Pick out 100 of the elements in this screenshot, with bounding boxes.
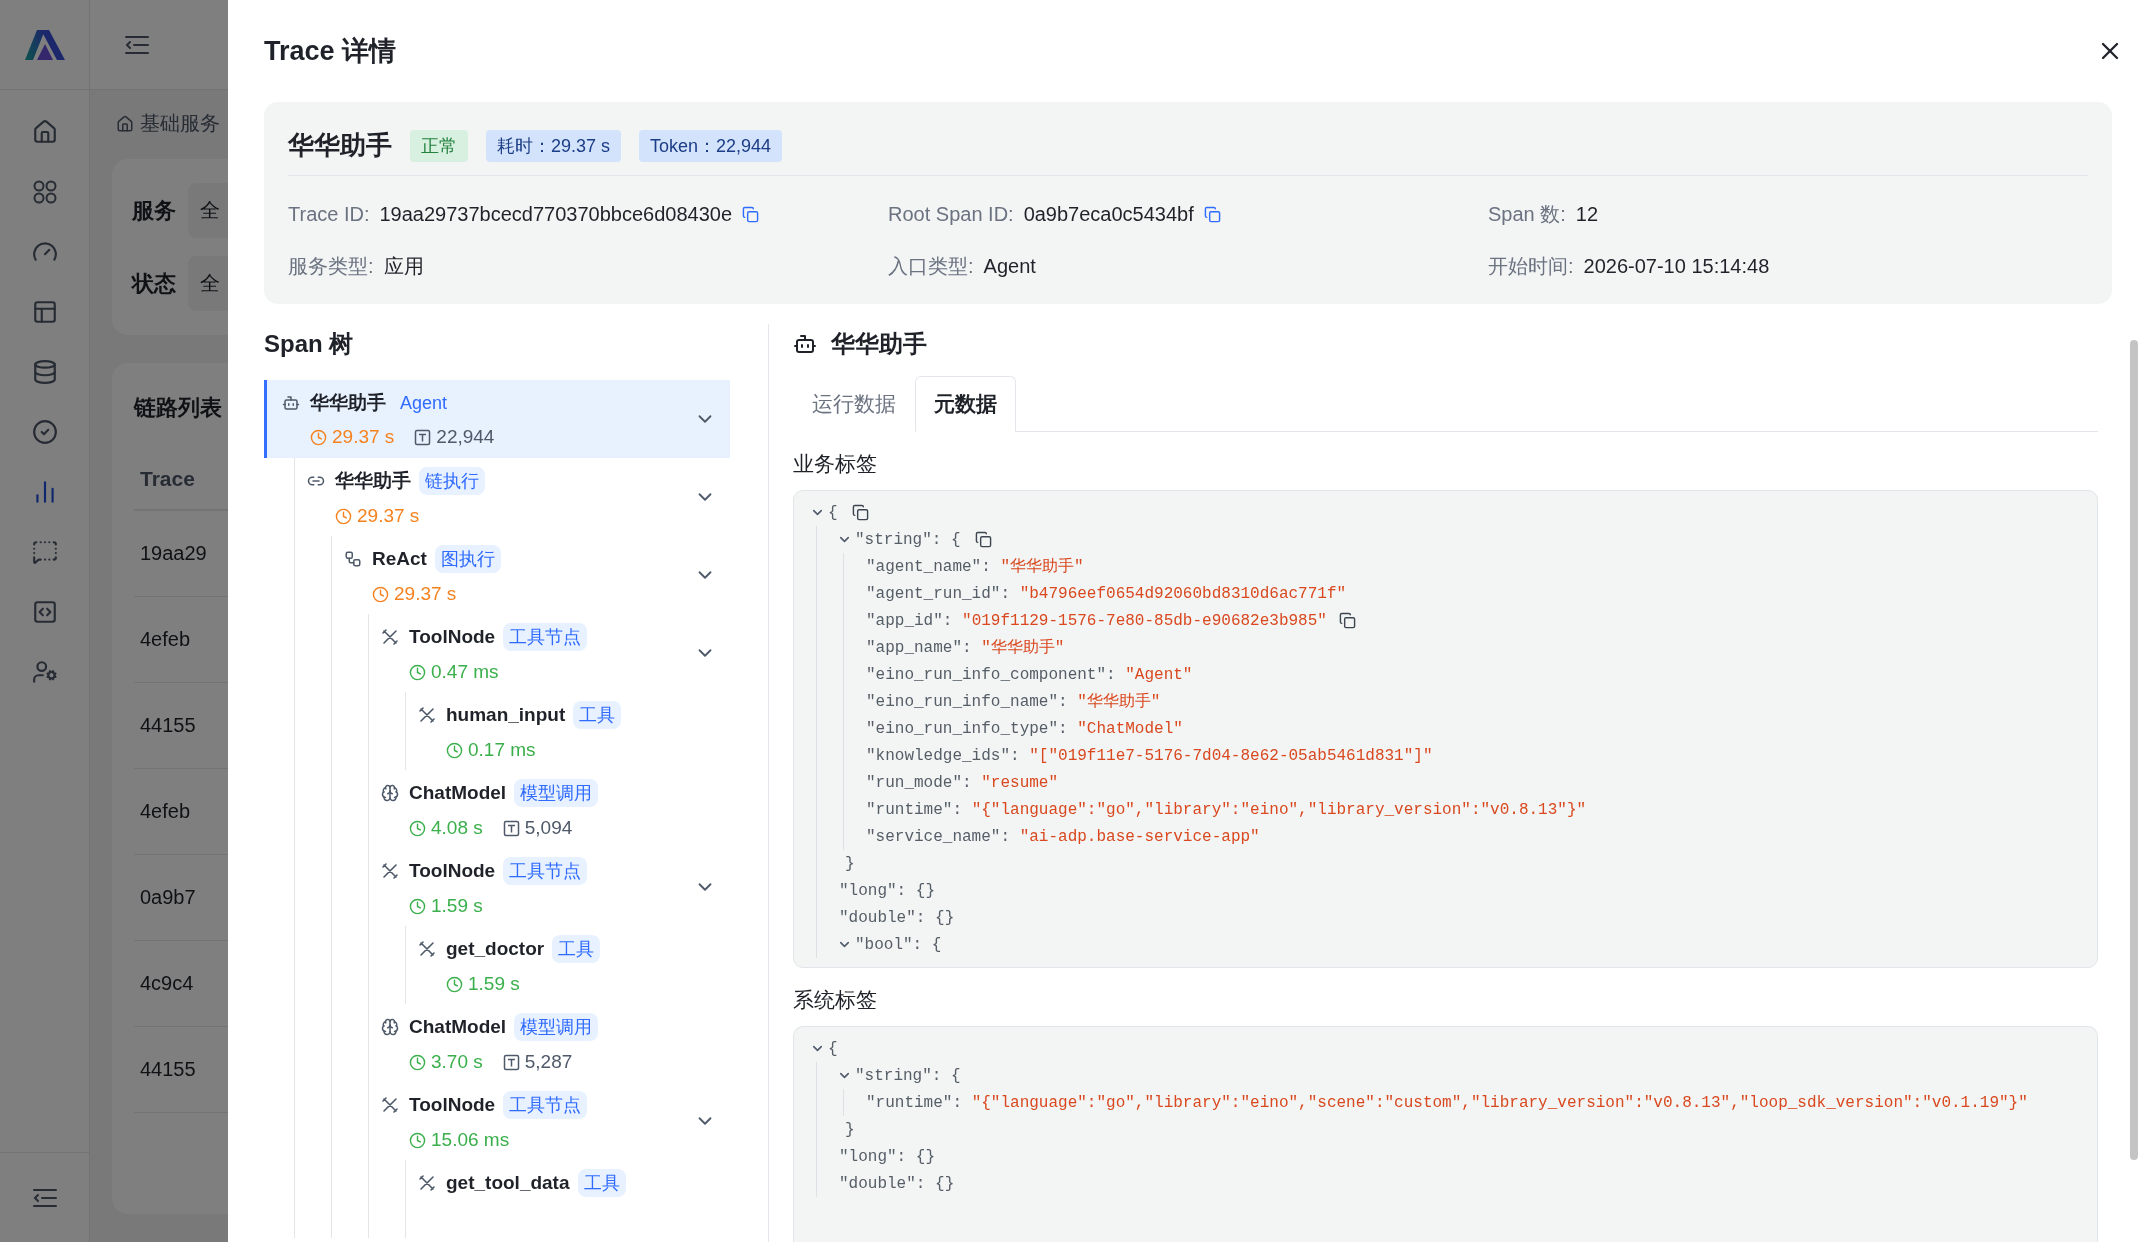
list-title: 链路列表 xyxy=(134,394,222,422)
clock-icon xyxy=(409,897,426,915)
copy-icon[interactable] xyxy=(742,205,760,223)
code-line: "service_name": "ai-adp.base-service-app" xyxy=(866,827,1260,846)
duration: 1.59 s xyxy=(446,973,520,995)
field-value: 12 xyxy=(1575,202,1599,226)
duration: 3.70 s xyxy=(409,1051,483,1073)
status-tag: 正常 xyxy=(410,129,468,162)
robot-icon xyxy=(793,332,817,356)
copy-icon[interactable] xyxy=(1203,205,1221,223)
span-row[interactable]: ReAct 图执行 29.37 s xyxy=(338,536,730,614)
span-type-tag: 工具 xyxy=(552,935,601,963)
span-row[interactable]: ToolNode 工具节点 1.59 s xyxy=(375,848,730,926)
field-label: 服务类型: xyxy=(288,253,374,279)
span-type-tag: 工具 xyxy=(577,1169,626,1197)
code-line: "knowledge_ids": "["019f11e7-5176-7d04-8e62-05ab5461d831"]" xyxy=(866,746,1433,765)
duration: 4.08 s xyxy=(409,817,483,839)
duration: 15.06 ms xyxy=(409,1129,510,1151)
span-name: get_tool_data xyxy=(446,1172,570,1194)
user-settings-icon[interactable] xyxy=(30,658,59,686)
span-name: ToolNode xyxy=(409,860,496,882)
clock-icon xyxy=(310,428,327,446)
token-count: 5,094 xyxy=(502,817,573,839)
code-line: "app_id": "019f1129-1576-7e80-85db-e90682e3b985" xyxy=(866,611,1327,630)
table-cell: 4c9c4 xyxy=(140,972,194,995)
field-label: 入口类型: xyxy=(888,253,974,279)
table-cell: 19aa29 xyxy=(140,542,207,565)
tab[interactable]: 元数据 xyxy=(915,376,1016,432)
span-row[interactable]: get_doctor 工具 1.59 s xyxy=(412,926,730,1004)
tools-icon xyxy=(418,706,436,724)
section-label: 系统标签 xyxy=(793,987,878,1013)
code-line: "app_name": "华华助手" xyxy=(866,637,1065,658)
check-circle-icon[interactable] xyxy=(30,418,59,446)
span-name: 华华助手 xyxy=(310,391,386,415)
duration: 29.37 s xyxy=(372,583,457,605)
span-row[interactable]: get_tool_data 工具 xyxy=(412,1160,730,1238)
span-name: ChatModel xyxy=(409,1016,507,1038)
token-count: 22,944 xyxy=(414,426,495,448)
home-icon xyxy=(116,114,134,133)
clock-icon xyxy=(372,585,389,603)
duration: 1.59 s xyxy=(409,895,483,917)
filter-label: 状态 xyxy=(132,269,176,298)
span-name: ToolNode xyxy=(409,1094,496,1116)
clock-icon xyxy=(446,975,463,993)
span-name: ChatModel xyxy=(409,782,507,804)
table-cell: 0a9b7 xyxy=(140,886,196,909)
table-cell: 44155 xyxy=(140,714,196,737)
span-row[interactable]: ChatModel 模型调用 3.70 s 5,287 xyxy=(375,1004,730,1082)
status-tag: Token：22,944 xyxy=(639,129,783,162)
duration: 29.37 s xyxy=(310,426,395,448)
token-icon xyxy=(414,428,432,446)
clock-icon xyxy=(409,663,426,681)
code-line: "agent_name": "华华助手" xyxy=(866,556,1084,577)
span-row[interactable]: ToolNode 工具节点 15.06 ms xyxy=(375,1082,730,1160)
clock-icon xyxy=(409,1053,426,1071)
field-value: Agent xyxy=(983,254,1036,278)
duration: 0.47 ms xyxy=(409,661,499,683)
clock-icon xyxy=(409,1131,426,1149)
table-cell: 4efeb xyxy=(140,628,191,651)
span-row[interactable]: 华华助手 Agent 29.37 s 22,944 xyxy=(264,380,730,458)
section-title: Span 树 xyxy=(264,329,355,359)
code-line: "string": { xyxy=(855,1066,961,1085)
code-line: "eino_run_info_name": "华华助手" xyxy=(866,691,1161,712)
clock-icon xyxy=(335,507,352,525)
duration: 0.17 ms xyxy=(446,739,536,761)
field-value: 应用 xyxy=(383,253,424,279)
code-line: } xyxy=(844,1120,855,1139)
drawer-title: Trace 详情 xyxy=(264,35,397,68)
code-line: "string": { xyxy=(855,530,961,549)
span-row[interactable]: human_input 工具 0.17 ms xyxy=(412,692,730,770)
span-name: ToolNode xyxy=(409,626,496,648)
field-label: Root Span ID: xyxy=(888,202,1014,226)
field-label: 开始时间: xyxy=(1488,253,1574,279)
tools-icon xyxy=(381,862,399,880)
token-icon xyxy=(502,819,520,837)
span-row[interactable]: ChatModel 模型调用 4.08 s 5,094 xyxy=(375,770,730,848)
span-row[interactable]: ToolNode 工具节点 0.47 ms xyxy=(375,614,730,692)
table-cell: 44155 xyxy=(140,1058,196,1081)
code-line: "runtime": "{"language":"go","library":"eino","library_version":"v0.8.13"}" xyxy=(866,800,1587,819)
menu-icon[interactable] xyxy=(124,33,150,56)
code-line: "bool": { xyxy=(855,935,942,954)
tools-icon xyxy=(418,1174,436,1192)
brain-icon xyxy=(381,784,399,802)
code-line: "double": {} xyxy=(839,1174,955,1193)
scrollbar[interactable] xyxy=(2130,340,2138,1160)
token-count: 5,287 xyxy=(502,1051,573,1073)
clock-icon xyxy=(409,819,426,837)
span-name: human_input xyxy=(446,704,566,726)
span-type-tag: 工具节点 xyxy=(503,1091,588,1119)
code-line: "runtime": "{"language":"go","library":"eino","scene":"custom","library_version":"v0.8.13","loop_sdk_version":"v0.1.19"}" xyxy=(866,1093,2028,1112)
span-name: get_doctor xyxy=(446,938,545,960)
trace-name: 华华助手 xyxy=(288,129,392,162)
brain-icon xyxy=(381,1018,399,1036)
field-label: Trace ID: xyxy=(288,202,370,226)
expand-menu-icon[interactable] xyxy=(31,1186,58,1209)
chat-icon[interactable] xyxy=(30,538,59,566)
code-line: "eino_run_info_type": "ChatModel" xyxy=(866,719,1183,738)
workflow-icon xyxy=(344,550,362,568)
code-line: } xyxy=(844,854,855,873)
span-type-tag: Agent xyxy=(394,390,454,416)
